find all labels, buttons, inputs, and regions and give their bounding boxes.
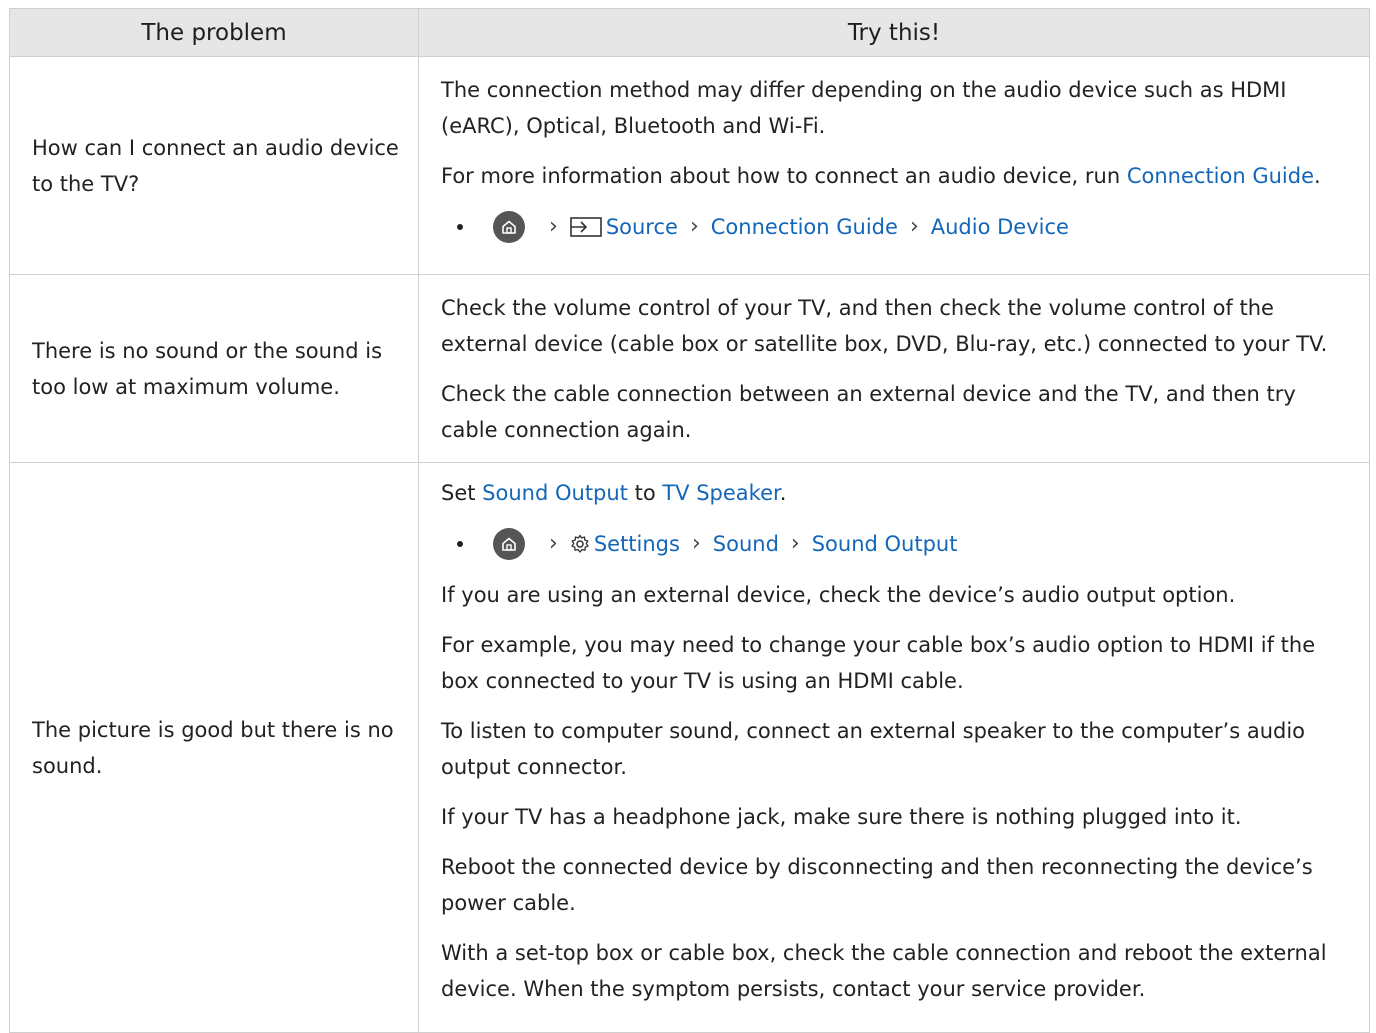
solution-text: The connection method may differ dependi… xyxy=(441,77,1287,138)
path-step-sound[interactable]: Sound xyxy=(713,526,779,562)
table-header-row: The problem Try this! xyxy=(9,8,1370,57)
bullet xyxy=(457,223,463,230)
problem-cell: There is no sound or the sound is too lo… xyxy=(9,274,419,463)
solution-text: To listen to computer sound, connect an … xyxy=(441,719,1306,779)
sound-output-link[interactable]: Sound Output xyxy=(482,481,628,505)
troubleshooting-table: The problem Try this! How can I connect … xyxy=(9,8,1370,1033)
chevron-right-icon: › xyxy=(689,213,699,239)
path-step-connection-guide[interactable]: Connection Guide xyxy=(711,209,898,245)
home-icon[interactable] xyxy=(493,528,525,560)
solution-cell: The connection method may differ dependi… xyxy=(418,56,1370,275)
table-row: The picture is good but there is no soun… xyxy=(9,462,1370,1033)
connection-guide-link[interactable]: Connection Guide xyxy=(1127,164,1314,188)
solution-cell: Set Sound Output to TV Speaker. › Settin… xyxy=(418,462,1370,1033)
chevron-right-icon: › xyxy=(790,531,800,556)
solution-text: For example, you may need to change your… xyxy=(441,633,1316,693)
table-row: There is no sound or the sound is too lo… xyxy=(9,274,1370,463)
solution-text: With a set-top box or cable box, check t… xyxy=(441,941,1327,1001)
table-row: How can I connect an audio device to the… xyxy=(9,56,1370,275)
solution-text: Check the volume control of your TV, and… xyxy=(441,295,1328,356)
tv-speaker-link[interactable]: TV Speaker xyxy=(662,481,779,505)
header-problem: The problem xyxy=(9,8,419,57)
menu-path: › Source › Connection Guide › Audio Devi… xyxy=(441,208,1351,246)
home-icon[interactable] xyxy=(493,210,525,243)
solution-cell: Check the volume control of your TV, and… xyxy=(418,274,1370,463)
settings-icon xyxy=(570,534,590,554)
solution-text: Reboot the connected device by disconnec… xyxy=(441,855,1313,915)
path-step-settings[interactable]: Settings xyxy=(594,526,680,562)
path-step-sound-output[interactable]: Sound Output xyxy=(812,526,958,562)
menu-path: › Settings › Sound › Sound Output xyxy=(441,525,1351,563)
problem-cell: The picture is good but there is no soun… xyxy=(9,462,419,1033)
chevron-right-icon: › xyxy=(549,213,558,239)
path-step-audio-device[interactable]: Audio Device xyxy=(931,209,1069,245)
solution-text: For more information about how to connec… xyxy=(441,163,1321,188)
chevron-right-icon: › xyxy=(549,531,558,556)
problem-cell: How can I connect an audio device to the… xyxy=(9,56,419,275)
solution-text: If your TV has a headphone jack, make su… xyxy=(441,805,1242,829)
path-step-source[interactable]: Source xyxy=(606,209,678,245)
chevron-right-icon: › xyxy=(909,213,919,239)
header-try-this: Try this! xyxy=(418,8,1370,57)
solution-text: If you are using an external device, che… xyxy=(441,583,1236,607)
bullet xyxy=(457,541,463,547)
chevron-right-icon: › xyxy=(691,531,701,556)
solution-text: Set Sound Output to TV Speaker. xyxy=(441,481,787,505)
solution-text: Check the cable connection between an ex… xyxy=(441,381,1296,442)
source-icon xyxy=(570,216,602,238)
